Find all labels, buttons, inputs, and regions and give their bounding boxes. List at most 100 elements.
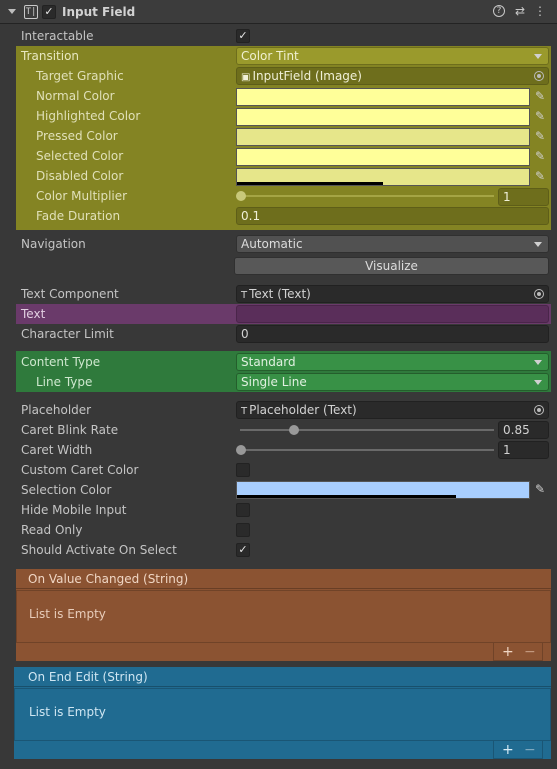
pressed-color-field[interactable]: [236, 128, 530, 146]
caret-width-input[interactable]: 1: [498, 441, 549, 459]
kebab-menu-icon[interactable]: ⋮: [533, 4, 547, 18]
transition-dropdown[interactable]: Color Tint: [236, 47, 549, 65]
list-empty-text: List is Empty: [29, 607, 106, 621]
on-end-edit-event: On End Edit (String) List is Empty + −: [14, 667, 551, 759]
object-picker-icon[interactable]: [534, 289, 544, 299]
preset-icon[interactable]: ⇄: [513, 4, 527, 18]
custom-caret-color-label: Custom Caret Color: [21, 463, 139, 477]
component-enabled-checkbox[interactable]: ✓: [42, 5, 56, 19]
add-icon[interactable]: +: [502, 741, 514, 759]
character-limit-input[interactable]: 0: [236, 325, 549, 343]
navigation-value: Automatic: [241, 237, 303, 251]
text-icon: T: [241, 406, 248, 417]
content-type-label: Content Type: [21, 355, 101, 369]
list-footer: + −: [493, 741, 543, 759]
chevron-down-icon: [534, 380, 542, 385]
read-only-label: Read Only: [21, 523, 83, 537]
component-header: T| ✓ Input Field ? ⇄ ⋮: [0, 0, 557, 24]
placeholder-value: Placeholder (Text): [249, 403, 357, 417]
caret-width-slider-track[interactable]: [240, 449, 494, 451]
caret-width-label: Caret Width: [21, 443, 93, 457]
add-icon[interactable]: +: [502, 643, 514, 661]
color-multiplier-slider-track[interactable]: [240, 195, 494, 197]
image-icon: ▣: [241, 72, 251, 83]
component-title: Input Field: [62, 5, 136, 19]
caret-blink-rate-input[interactable]: 0.85: [498, 421, 549, 439]
alpha-bar: [237, 182, 383, 185]
should-activate-on-select-label: Should Activate On Select: [21, 543, 177, 557]
disabled-color-field[interactable]: [236, 168, 530, 186]
help-icon[interactable]: ?: [493, 5, 505, 17]
chevron-down-icon: [534, 54, 542, 59]
selection-color-label: Selection Color: [21, 483, 112, 497]
caret-width-slider-knob[interactable]: [236, 445, 246, 455]
chevron-down-icon: [534, 360, 542, 365]
on-value-changed-list: List is Empty: [16, 590, 551, 643]
eyedropper-icon[interactable]: ✎: [533, 168, 547, 184]
eyedropper-icon[interactable]: ✎: [533, 481, 547, 497]
normal-color-field[interactable]: [236, 88, 530, 106]
eyedropper-icon[interactable]: ✎: [533, 88, 547, 104]
text-icon: T: [241, 290, 248, 301]
visualize-button[interactable]: Visualize: [234, 257, 549, 275]
content-type-dropdown[interactable]: Standard: [236, 353, 549, 371]
list-footer: + −: [493, 643, 543, 661]
transition-label: Transition: [21, 49, 80, 63]
chevron-down-icon: [534, 242, 542, 247]
chevron-down-icon[interactable]: [8, 9, 16, 14]
line-type-label: Line Type: [36, 375, 93, 389]
character-limit-label: Character Limit: [21, 327, 114, 341]
navigation-dropdown[interactable]: Automatic: [236, 235, 549, 253]
caret-blink-rate-label: Caret Blink Rate: [21, 423, 119, 437]
selection-color-field[interactable]: [236, 481, 530, 499]
caret-blink-rate-slider-knob[interactable]: [289, 425, 299, 435]
text-component-value: Text (Text): [249, 287, 311, 301]
interactable-label: Interactable: [21, 29, 94, 43]
target-graphic-label: Target Graphic: [36, 69, 124, 83]
color-multiplier-input[interactable]: 1: [498, 188, 549, 206]
on-end-edit-title: On End Edit (String): [14, 667, 551, 687]
placeholder-label: Placeholder: [21, 403, 92, 417]
alpha-bar: [237, 495, 456, 498]
on-end-edit-list: List is Empty: [14, 688, 551, 741]
remove-icon[interactable]: −: [524, 643, 536, 661]
hide-mobile-input-label: Hide Mobile Input: [21, 503, 127, 517]
fade-duration-label: Fade Duration: [36, 209, 121, 223]
object-picker-icon[interactable]: [534, 71, 544, 81]
highlighted-color-label: Highlighted Color: [36, 109, 141, 123]
caret-blink-rate-slider-track[interactable]: [240, 429, 494, 431]
text-component-label: Text Component: [21, 287, 119, 301]
interactable-checkbox[interactable]: ✓: [236, 29, 250, 43]
selected-color-label: Selected Color: [36, 149, 124, 163]
line-type-value: Single Line: [241, 375, 307, 389]
component-icon: T|: [24, 5, 38, 19]
transition-value: Color Tint: [241, 49, 299, 63]
custom-caret-color-checkbox[interactable]: [236, 463, 250, 477]
object-picker-icon[interactable]: [534, 405, 544, 415]
navigation-label: Navigation: [21, 237, 86, 251]
fade-duration-input[interactable]: 0.1: [236, 207, 549, 225]
line-type-dropdown[interactable]: Single Line: [236, 373, 549, 391]
should-activate-on-select-checkbox[interactable]: ✓: [236, 543, 250, 557]
text-label: Text: [21, 307, 46, 321]
on-value-changed-title: On Value Changed (String): [16, 569, 551, 589]
read-only-checkbox[interactable]: [236, 523, 250, 537]
disabled-color-label: Disabled Color: [36, 169, 124, 183]
eyedropper-icon[interactable]: ✎: [533, 108, 547, 124]
text-input[interactable]: [236, 305, 549, 323]
pressed-color-label: Pressed Color: [36, 129, 118, 143]
highlighted-color-field[interactable]: [236, 108, 530, 126]
content-type-value: Standard: [241, 355, 296, 369]
target-graphic-value: InputField (Image): [252, 69, 362, 83]
target-graphic-field[interactable]: ▣ InputField (Image): [236, 67, 549, 85]
eyedropper-icon[interactable]: ✎: [533, 148, 547, 164]
color-multiplier-label: Color Multiplier: [36, 189, 128, 203]
list-empty-text: List is Empty: [29, 705, 106, 719]
placeholder-field[interactable]: T Placeholder (Text): [236, 401, 549, 419]
hide-mobile-input-checkbox[interactable]: [236, 503, 250, 517]
text-component-field[interactable]: T Text (Text): [236, 285, 549, 303]
color-multiplier-slider-knob[interactable]: [236, 191, 246, 201]
eyedropper-icon[interactable]: ✎: [533, 128, 547, 144]
selected-color-field[interactable]: [236, 148, 530, 166]
remove-icon[interactable]: −: [524, 741, 536, 759]
